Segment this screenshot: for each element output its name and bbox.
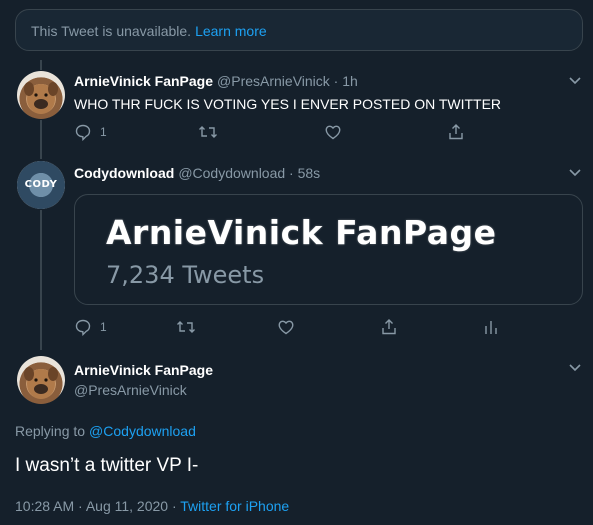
chevron-down-icon[interactable] bbox=[568, 363, 582, 373]
tweet-actions: 1 bbox=[74, 122, 474, 142]
share-button[interactable] bbox=[380, 317, 398, 337]
chevron-down-icon[interactable] bbox=[568, 168, 582, 178]
reply-button[interactable]: 1 bbox=[74, 317, 107, 337]
avatar[interactable] bbox=[17, 356, 65, 404]
avatar[interactable] bbox=[17, 71, 65, 119]
timestamp[interactable]: 10:28 AM · Aug 11, 2020 · bbox=[15, 498, 180, 514]
analytics-button[interactable] bbox=[482, 317, 500, 337]
thread-line bbox=[40, 210, 42, 350]
replying-prefix: Replying to bbox=[15, 423, 86, 439]
analytics-icon bbox=[485, 321, 497, 334]
embed-title: ArnieVinick FanPage bbox=[106, 213, 497, 252]
retweet-button[interactable] bbox=[176, 317, 196, 337]
retweet-icon bbox=[177, 321, 195, 333]
author-name[interactable]: Codydownload bbox=[74, 165, 174, 181]
share-button[interactable] bbox=[447, 122, 465, 142]
retweet-icon bbox=[199, 126, 217, 138]
thread-line bbox=[40, 60, 42, 70]
chevron-down-icon[interactable] bbox=[568, 76, 582, 86]
unavailable-text: This Tweet is unavailable. bbox=[31, 23, 192, 39]
tweet-text: I wasn’t a twitter VP I- bbox=[15, 455, 199, 476]
replying-to: Replying to @Codydownload bbox=[15, 423, 196, 439]
reply-button[interactable]: 1 bbox=[74, 122, 107, 142]
dog-avatar-icon bbox=[24, 367, 58, 399]
reply-icon bbox=[75, 319, 91, 336]
heart-icon bbox=[325, 125, 341, 140]
tweet-text: WHO THR FUCK IS VOTING YES I ENVER POSTE… bbox=[74, 96, 502, 112]
learn-more-link[interactable]: Learn more bbox=[195, 23, 267, 39]
author-meta[interactable]: @PresArnieVinick · 1h bbox=[217, 73, 358, 89]
avatar[interactable]: CODY bbox=[17, 161, 65, 209]
dog-avatar-icon bbox=[24, 82, 58, 114]
like-button[interactable] bbox=[324, 122, 342, 142]
heart-icon bbox=[278, 320, 294, 335]
reply-count: 1 bbox=[100, 320, 107, 334]
author-handle[interactable]: @PresArnieVinick bbox=[74, 382, 187, 398]
embed-subtitle: 7,234 Tweets bbox=[106, 261, 265, 289]
share-icon bbox=[449, 124, 463, 140]
client-link[interactable]: Twitter for iPhone bbox=[180, 498, 289, 514]
author-meta[interactable]: @Codydownload · 58s bbox=[178, 165, 320, 181]
tweet-thread: This Tweet is unavailable. Learn more Arn… bbox=[0, 0, 593, 525]
avatar-label: CODY bbox=[24, 179, 58, 190]
like-button[interactable] bbox=[277, 317, 295, 337]
tweet-header: Codydownload @Codydownload · 58s bbox=[74, 165, 320, 181]
tweet-timestamp: 10:28 AM · Aug 11, 2020 · Twitter for iP… bbox=[15, 498, 289, 514]
author-name[interactable]: ArnieVinick FanPage bbox=[74, 362, 213, 378]
tweet-actions: 1 bbox=[74, 317, 504, 337]
tweet-header: ArnieVinick FanPage @PresArnieVinick · 1h bbox=[74, 73, 358, 89]
reply-count: 1 bbox=[100, 125, 107, 139]
reply-icon bbox=[75, 124, 91, 141]
retweet-button[interactable] bbox=[198, 122, 218, 142]
mention-link[interactable]: @Codydownload bbox=[89, 423, 196, 439]
embedded-image-card[interactable]: ArnieVinick FanPage 7,234 Tweets bbox=[74, 194, 583, 305]
unavailable-tweet-notice: This Tweet is unavailable. Learn more bbox=[15, 9, 583, 51]
share-icon bbox=[382, 319, 396, 335]
thread-line bbox=[40, 120, 42, 159]
author-name[interactable]: ArnieVinick FanPage bbox=[74, 73, 213, 89]
